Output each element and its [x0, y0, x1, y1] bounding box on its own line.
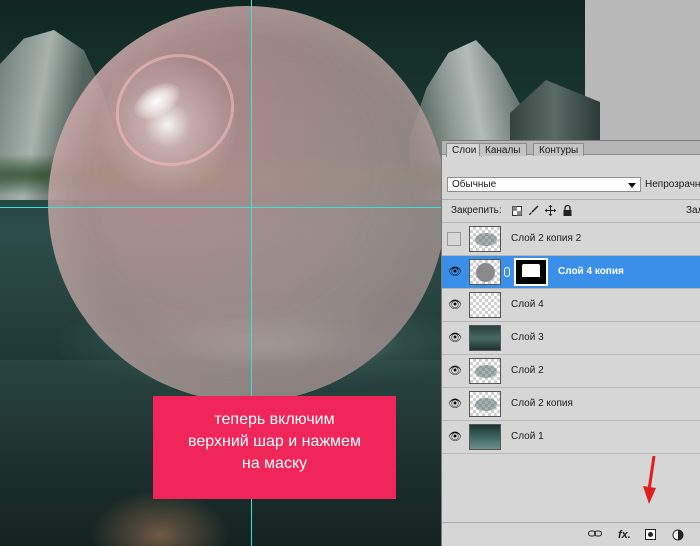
- layer-thumbnail: [469, 424, 501, 450]
- lock-transparency-icon[interactable]: [511, 205, 522, 216]
- eye-icon[interactable]: 👁: [447, 264, 463, 280]
- layer-thumbnail: [469, 226, 501, 252]
- eye-icon[interactable]: 👁: [447, 297, 463, 313]
- canvas-gray-background: [585, 0, 700, 140]
- lock-row: Закрепить: Заливка: [442, 199, 700, 221]
- lock-icon[interactable]: [562, 205, 573, 216]
- fx-icon[interactable]: fx.: [618, 529, 631, 542]
- layer-row-selected[interactable]: 👁 Слой 4 копия: [442, 255, 700, 288]
- opacity-label: Непрозрачность: [645, 179, 700, 190]
- callout-line-2: верхний шар и нажмем: [188, 433, 361, 450]
- fill-label: Заливка: [686, 205, 700, 216]
- layer-row[interactable]: 👁 Слой 3: [442, 321, 700, 354]
- layer-name: Слой 2 копия: [511, 398, 573, 409]
- chain-link-icon[interactable]: [504, 267, 510, 277]
- cloud-thumbnail-icon: [475, 365, 497, 378]
- eye-icon[interactable]: 👁: [447, 330, 463, 346]
- layer-row[interactable]: 👁 Слой 2 копия: [442, 387, 700, 420]
- blend-mode-select[interactable]: Обычные: [447, 177, 641, 192]
- layer-thumbnail: [469, 259, 501, 285]
- add-mask-icon[interactable]: [645, 529, 656, 540]
- move-icon[interactable]: [545, 205, 556, 216]
- layer-name: Слой 4: [511, 299, 544, 310]
- layers-panel: Слои Каналы Контуры Обычные Непрозрачнос…: [441, 140, 700, 546]
- chevron-down-icon: [628, 183, 636, 188]
- eye-icon[interactable]: 👁: [447, 396, 463, 412]
- tab-channels[interactable]: Каналы: [479, 143, 527, 156]
- layer-thumbnail: [469, 358, 501, 384]
- instruction-callout: теперь включим верхний шар и нажмем на м…: [153, 396, 396, 499]
- callout-line-1: теперь включим: [214, 411, 335, 428]
- layer-row[interactable]: Слой 2 копия 2: [442, 222, 700, 255]
- callout-line-3: на маску: [241, 455, 308, 472]
- blend-mode-value: Обычные: [452, 179, 497, 190]
- mask-shape: [522, 264, 540, 277]
- red-pointer-arrow-icon: [643, 456, 656, 504]
- ball-thumbnail-icon: [476, 263, 495, 282]
- tab-paths[interactable]: Контуры: [533, 143, 585, 156]
- layer-thumbnail: [469, 325, 501, 351]
- bubble-sphere: [48, 6, 446, 402]
- layer-row[interactable]: 👁 Слой 1: [442, 420, 700, 453]
- layer-row[interactable]: 👁 Слой 4: [442, 288, 700, 321]
- visibility-toggle-off[interactable]: [447, 232, 461, 246]
- brush-icon[interactable]: [528, 205, 539, 216]
- layer-name: Слой 1: [511, 431, 544, 442]
- horizontal-guide[interactable]: [0, 207, 444, 208]
- layer-name: Слой 2 копия 2: [511, 233, 582, 244]
- layer-thumbnail: [469, 292, 501, 318]
- cloud-thumbnail-icon: [475, 233, 497, 246]
- lock-label: Закрепить:: [451, 205, 502, 216]
- adjustment-icon[interactable]: [672, 529, 684, 542]
- layer-name: Слой 2: [511, 365, 544, 376]
- panel-bottom-bar: fx.: [442, 522, 700, 546]
- layer-thumbnail: [469, 391, 501, 417]
- eye-icon[interactable]: 👁: [447, 429, 463, 445]
- panel-tabs: Слои Каналы Контуры: [442, 141, 700, 157]
- layer-mask-thumbnail[interactable]: [514, 258, 548, 286]
- layer-name: Слой 4 копия: [558, 266, 624, 277]
- eye-icon[interactable]: 👁: [447, 363, 463, 379]
- cloud-thumbnail-icon: [475, 398, 497, 411]
- layer-name: Слой 3: [511, 332, 544, 343]
- tab-layers[interactable]: Слои: [446, 143, 483, 157]
- empty-layer-area: [442, 453, 700, 522]
- link-layers-icon[interactable]: [588, 529, 602, 542]
- layer-row[interactable]: 👁 Слой 2: [442, 354, 700, 387]
